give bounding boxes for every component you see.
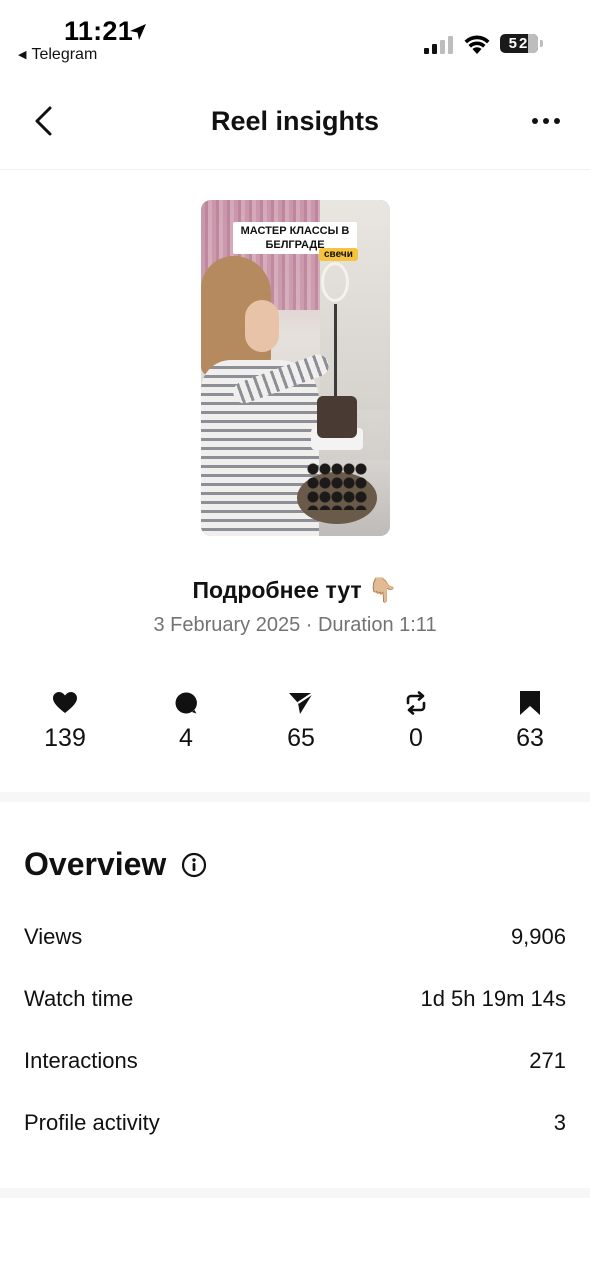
thumbnail-melting-pot [317, 396, 357, 438]
watch-time-label: Watch time [24, 986, 134, 1011]
section-divider-bottom [0, 1188, 590, 1198]
interactions-label: Interactions [24, 1048, 138, 1073]
battery-icon: 52 [500, 34, 538, 53]
overview-row-watch-time[interactable]: Watch time 1d 5h 19m 14s [24, 986, 566, 1022]
back-app-label: Telegram [31, 46, 98, 63]
overview-row-interactions[interactable]: Interactions 271 [24, 1048, 566, 1084]
views-value: 9,906 [510, 924, 566, 949]
status-time: 11:21 [64, 16, 134, 46]
bookmark-icon [520, 691, 540, 715]
heart-icon [53, 692, 77, 713]
reel-caption-text: Подробнее тут [192, 577, 362, 603]
stat-comments: 4 [131, 686, 241, 753]
battery-level: 52 [508, 35, 530, 52]
section-divider [0, 792, 590, 802]
stat-saves: 63 [475, 686, 585, 753]
reel-thumbnail[interactable]: МАСТЕР КЛАССЫ В БЕЛГРАДЕ свечи [201, 200, 390, 536]
stat-shares: 65 [246, 686, 356, 753]
shares-count: 65 [287, 724, 315, 752]
reposts-count: 0 [409, 724, 423, 752]
page-title: Reel insights [210, 106, 380, 136]
stat-reposts: 0 [361, 686, 471, 753]
likes-count: 139 [44, 724, 86, 752]
overview-row-profile-activity[interactable]: Profile activity 3 [24, 1110, 566, 1146]
location-arrow-icon [130, 24, 146, 40]
send-icon [289, 692, 314, 714]
header: Reel insights [0, 80, 590, 170]
cellular-signal-icon [424, 36, 454, 54]
watch-time-value: 1d 5h 19m 14s [420, 986, 566, 1011]
interactions-value: 271 [529, 1048, 566, 1073]
comments-count: 4 [179, 724, 193, 752]
views-label: Views [24, 924, 83, 949]
ring-light [321, 262, 349, 302]
profile-activity-label: Profile activity [24, 1110, 160, 1135]
profile-activity-value: 3 [553, 1110, 566, 1135]
repost-icon [406, 691, 426, 715]
pointing-down-emoji: 👇🏼 [367, 577, 398, 604]
thumbnail-tag: свечи [319, 248, 358, 261]
comment-icon [175, 692, 197, 714]
overview-row-views[interactable]: Views 9,906 [24, 924, 566, 960]
engagement-stats: 139 4 65 0 63 [0, 686, 590, 766]
battery-tip [540, 40, 543, 47]
back-to-app-link[interactable]: ◀ Telegram [18, 46, 97, 64]
status-bar: 11:21 ◀ Telegram 52 [0, 0, 590, 72]
thumbnail-person-face [245, 300, 279, 352]
thumbnail-bottles [307, 462, 367, 510]
stat-likes: 139 [10, 686, 120, 753]
overview-title: Overview [24, 846, 167, 882]
reel-meta: 3 February 2025 · Duration 1:11 [153, 614, 437, 636]
saves-count: 63 [516, 724, 544, 752]
wifi-icon [464, 35, 490, 54]
more-horizontal-icon[interactable] [526, 110, 566, 132]
info-icon[interactable] [181, 852, 207, 878]
reel-caption: Подробнее тут 👇🏼 [0, 576, 590, 605]
